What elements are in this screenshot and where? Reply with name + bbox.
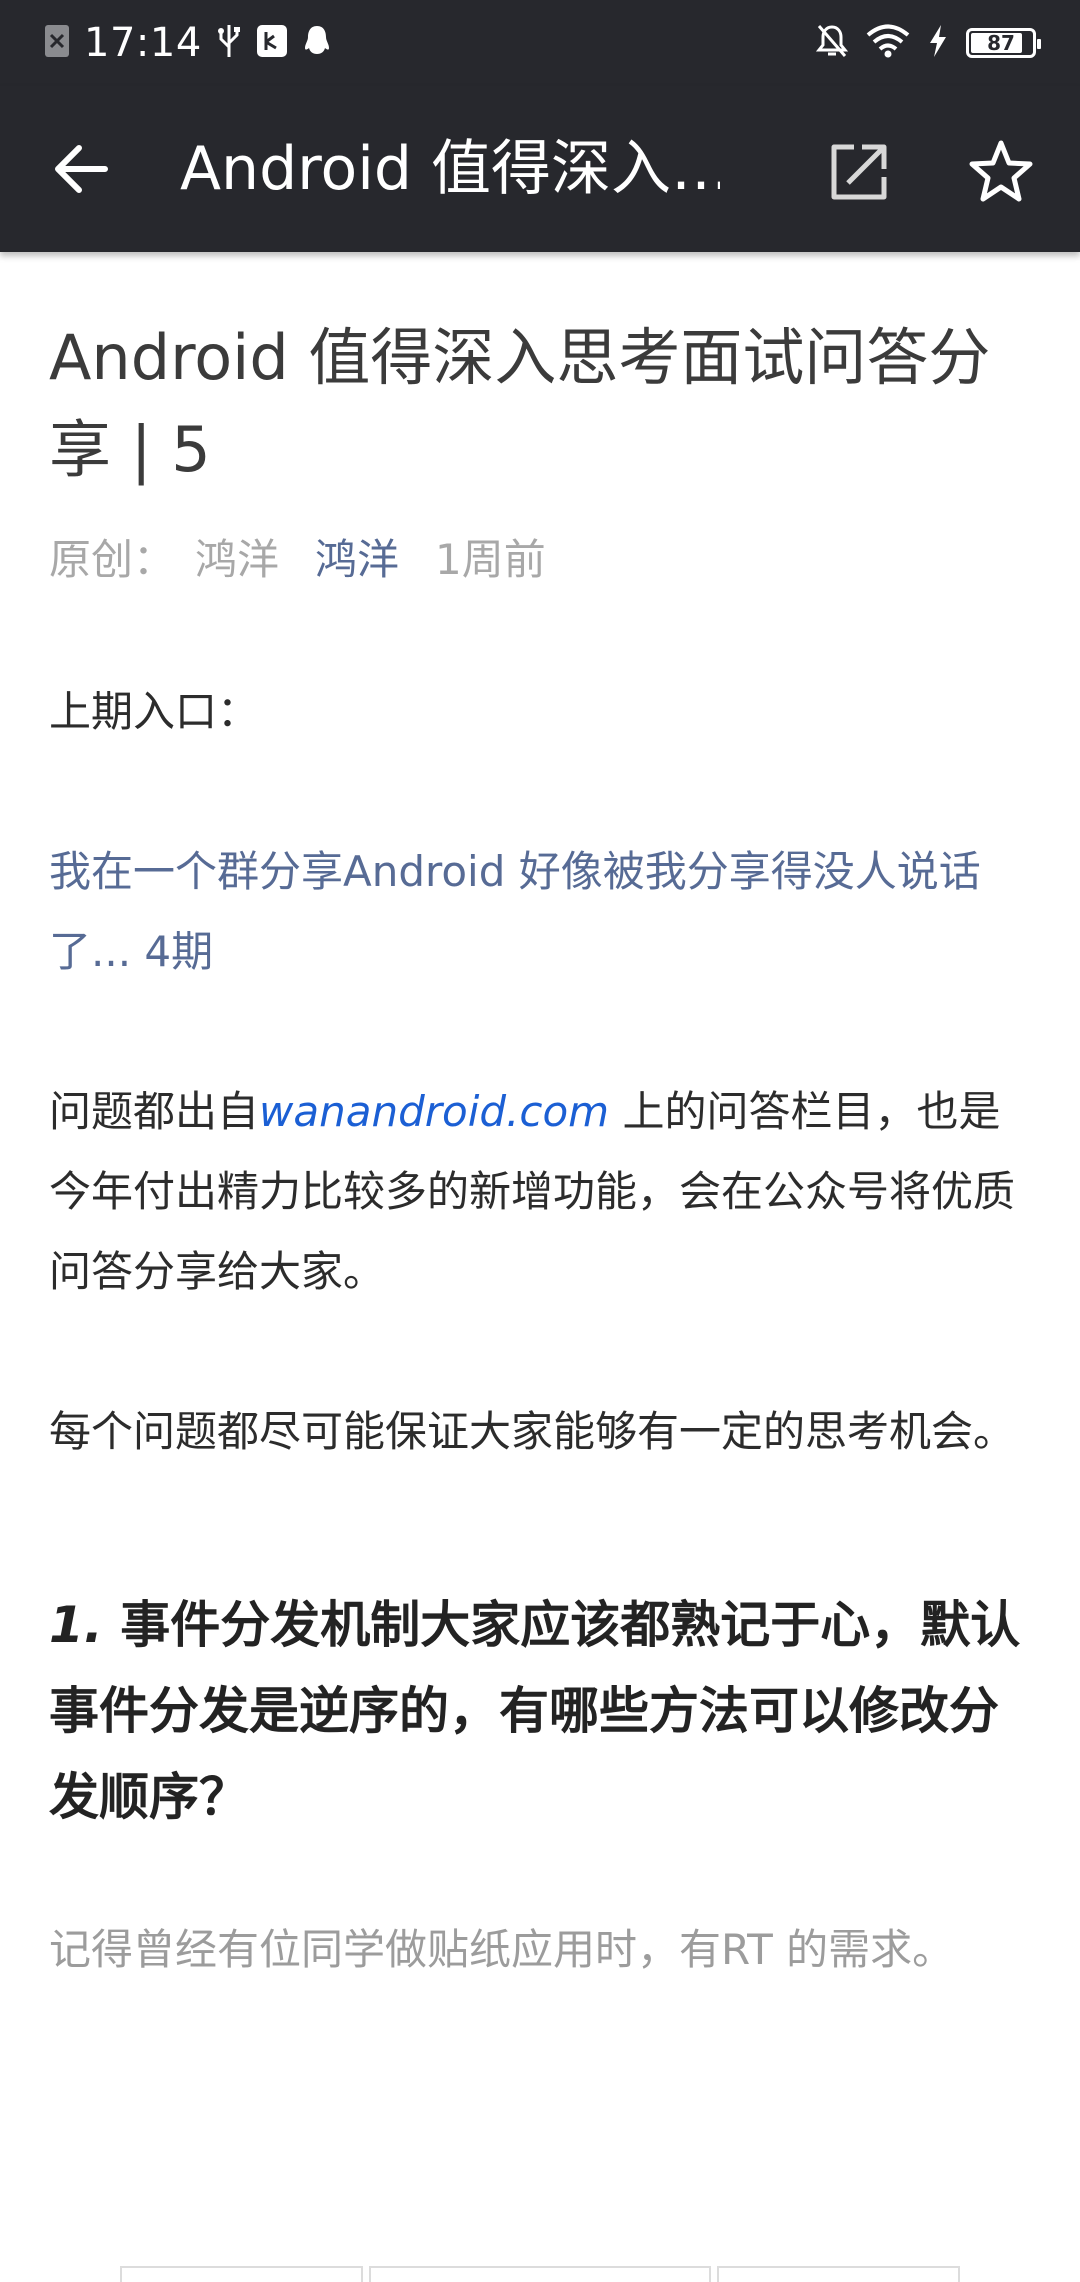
mute-icon xyxy=(815,23,849,63)
favorite-button[interactable] xyxy=(968,139,1034,205)
battery-level-text: 87 xyxy=(987,31,1015,55)
wifi-icon xyxy=(866,24,910,62)
status-bar: 17:14 87 xyxy=(0,0,1080,86)
status-bar-left: 17:14 xyxy=(44,0,332,86)
share-button[interactable] xyxy=(826,139,892,205)
thinking-paragraph: 每个问题都尽可能保证大家能够有一定的思考机会。 xyxy=(49,1407,1016,1456)
author-name: 鸿洋 xyxy=(195,535,280,584)
previous-issue-link[interactable]: 我在一个群分享Android 好像被我分享得没人说话了... 4期 xyxy=(49,832,1034,992)
status-time: 17:14 xyxy=(84,20,202,66)
charging-icon xyxy=(928,24,948,62)
star-outline-icon xyxy=(969,140,1033,202)
article-content: Android 值得深入思考面试问答分享 | 5 原创： 鸿洋 鸿洋 1周前 上… xyxy=(49,252,1034,2032)
back-button[interactable] xyxy=(48,136,114,202)
previous-issue-label: 上期入口： xyxy=(49,687,260,736)
sim-x-icon xyxy=(44,24,70,62)
toolbar-title: Android 值得深入… xyxy=(180,134,720,204)
arrow-back-icon xyxy=(55,145,108,193)
battery-icon: 87 xyxy=(966,28,1041,58)
status-bar-right: 87 xyxy=(815,0,1041,86)
original-label: 原创： xyxy=(49,535,176,584)
share-icon xyxy=(831,144,887,200)
article-title: Android 值得深入思考面试问答分享 | 5 xyxy=(49,321,991,486)
question-1-text: 事件分发机制大家应该都熟记于心，默认事件分发是逆序的，有哪些方法可以修改分发顺序… xyxy=(49,1596,1021,1826)
answer-paragraph: 记得曾经有位同学做贴纸应用时，有RT 的需求。 xyxy=(49,1925,955,1974)
qq-notification-icon xyxy=(302,24,332,62)
publish-time: 1周前 xyxy=(435,535,546,584)
app-toolbar: Android 值得深入… xyxy=(0,86,1080,252)
account-link[interactable]: 鸿洋 xyxy=(315,526,399,587)
site-link[interactable]: wanandroid.com xyxy=(259,1087,609,1136)
question-1-number: 1. xyxy=(49,1596,103,1654)
intro-paragraph: 问题都出自wanandroid.com 上的问答栏目，也是今年付出精力比较多的新… xyxy=(49,1072,1034,1312)
intro-text-start: 问题都出自 xyxy=(49,1087,260,1136)
usb-debug-icon xyxy=(256,24,288,62)
article-meta: 原创： 鸿洋 鸿洋 1周前 xyxy=(49,526,1034,587)
usb-icon xyxy=(216,23,242,63)
question-1-heading: 1. 事件分发机制大家应该都熟记于心，默认事件分发是逆序的，有哪些方法可以修改分… xyxy=(49,1582,1034,1840)
cut-off-image-row xyxy=(120,2266,960,2282)
